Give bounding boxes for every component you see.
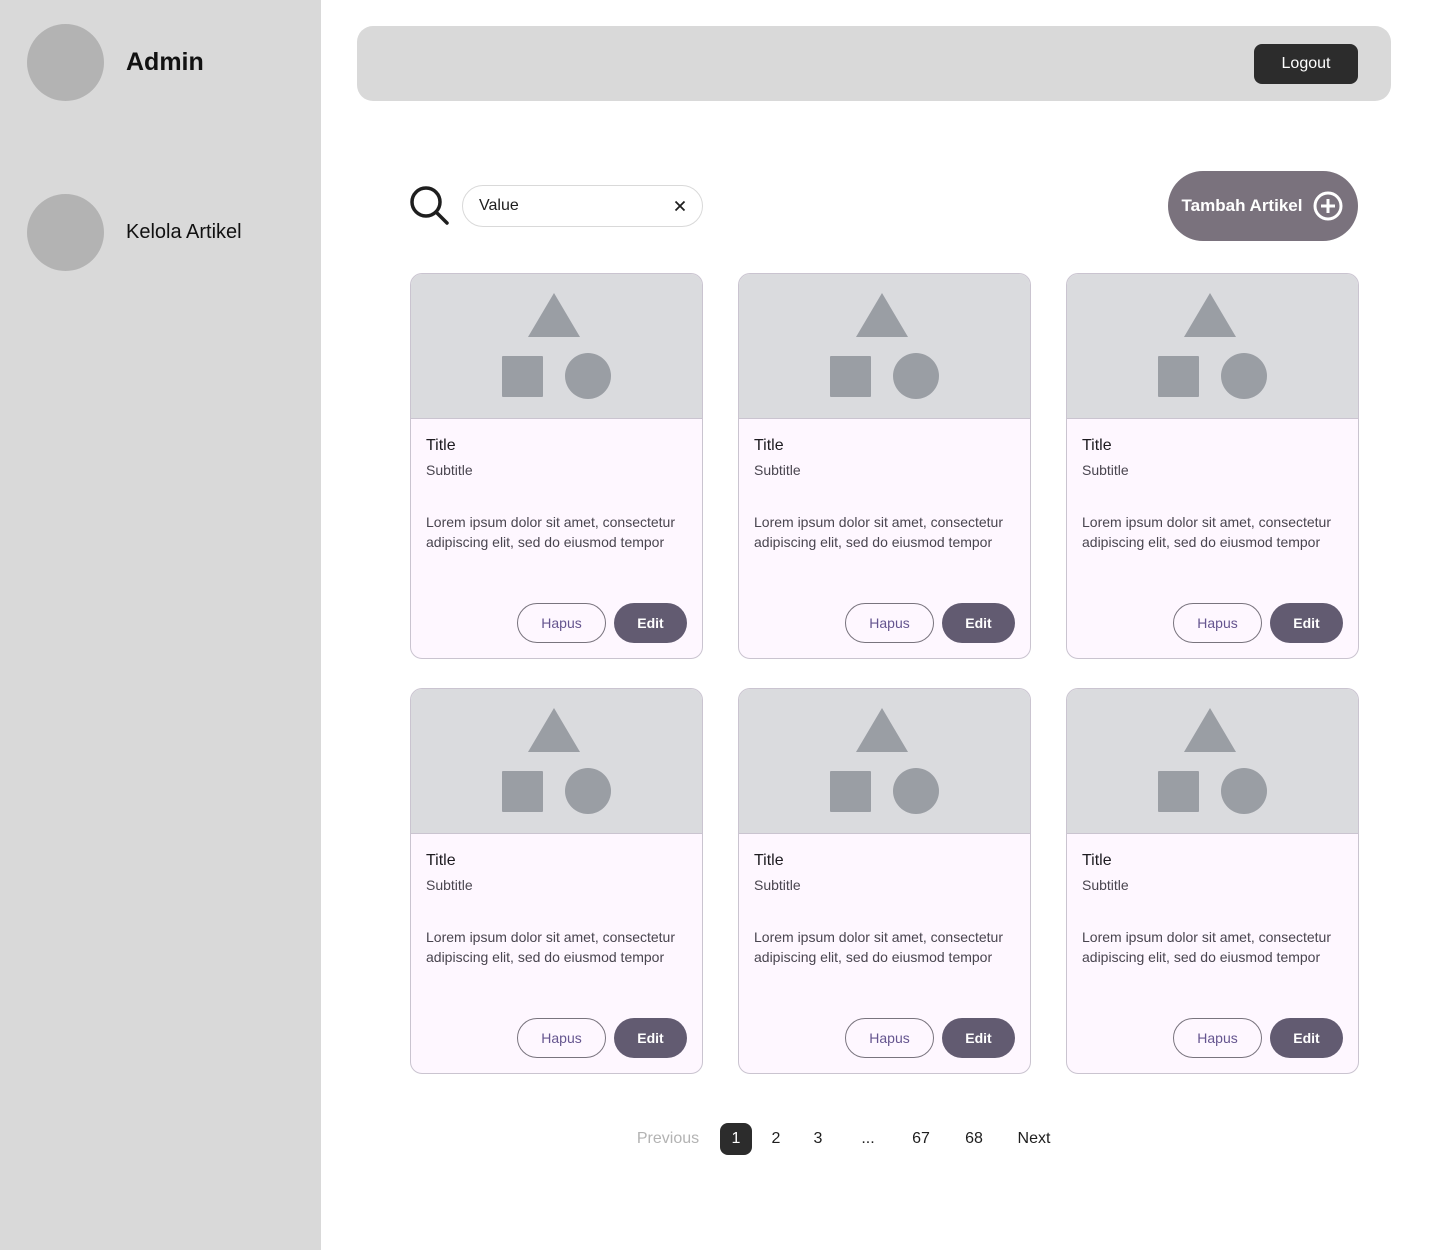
- sidebar-item-label: Kelola Artikel: [126, 221, 242, 243]
- pagination-previous[interactable]: Previous: [635, 1123, 701, 1155]
- pagination-page-2[interactable]: 2: [764, 1123, 788, 1155]
- add-article-label: Tambah Artikel: [1181, 196, 1303, 215]
- card-subtitle: Subtitle: [754, 877, 801, 893]
- delete-button[interactable]: Hapus: [517, 603, 606, 643]
- edit-button[interactable]: Edit: [942, 1018, 1015, 1058]
- pagination-page-3[interactable]: 3: [806, 1123, 830, 1155]
- edit-button[interactable]: Edit: [614, 603, 687, 643]
- article-card: Title Subtitle Lorem ipsum dolor sit ame…: [1066, 688, 1359, 1074]
- sidebar: Admin Kelola Artikel: [0, 0, 321, 1250]
- card-media: [1067, 274, 1358, 419]
- card-title: Title: [754, 437, 784, 454]
- admin-name: Admin: [126, 48, 204, 76]
- card-subtitle: Subtitle: [754, 462, 801, 478]
- card-media: [411, 689, 702, 834]
- card-media: [411, 274, 702, 419]
- pagination-page-1[interactable]: 1: [720, 1123, 752, 1155]
- delete-button[interactable]: Hapus: [1173, 1018, 1262, 1058]
- delete-button[interactable]: Hapus: [845, 603, 934, 643]
- edit-button[interactable]: Edit: [1270, 603, 1343, 643]
- nav-icon: [27, 194, 104, 271]
- card-subtitle: Subtitle: [1082, 877, 1129, 893]
- card-media: [739, 274, 1030, 419]
- image-placeholder-icon: [502, 293, 611, 399]
- card-body: Lorem ipsum dolor sit amet, consectetur …: [426, 929, 675, 965]
- article-card: Title Subtitle Lorem ipsum dolor sit ame…: [410, 688, 703, 1074]
- logout-button[interactable]: Logout: [1254, 44, 1358, 84]
- card-title: Title: [426, 852, 456, 869]
- card-body: Lorem ipsum dolor sit amet, consectetur …: [754, 929, 1003, 965]
- card-media: [1067, 689, 1358, 834]
- card-title: Title: [754, 852, 784, 869]
- article-card: Title Subtitle Lorem ipsum dolor sit ame…: [1066, 273, 1359, 659]
- delete-button[interactable]: Hapus: [1173, 603, 1262, 643]
- card-body: Lorem ipsum dolor sit amet, consectetur …: [1082, 929, 1331, 965]
- image-placeholder-icon: [1158, 293, 1267, 399]
- search-input[interactable]: [479, 197, 659, 215]
- add-article-button[interactable]: Tambah Artikel: [1168, 171, 1358, 241]
- card-body: Lorem ipsum dolor sit amet, consectetur …: [426, 514, 675, 550]
- pagination: Previous 1 2 3 ... 67 68 Next: [0, 1123, 1440, 1155]
- article-card: Title Subtitle Lorem ipsum dolor sit ame…: [738, 688, 1031, 1074]
- delete-button[interactable]: Hapus: [845, 1018, 934, 1058]
- pagination-ellipsis: ...: [861, 1130, 875, 1147]
- image-placeholder-icon: [830, 708, 939, 814]
- article-card: Title Subtitle Lorem ipsum dolor sit ame…: [738, 273, 1031, 659]
- image-placeholder-icon: [502, 708, 611, 814]
- edit-button[interactable]: Edit: [942, 603, 1015, 643]
- sidebar-profile: Admin: [27, 24, 204, 101]
- image-placeholder-icon: [1158, 708, 1267, 814]
- avatar: [27, 24, 104, 101]
- search-icon[interactable]: [408, 184, 450, 226]
- card-title: Title: [426, 437, 456, 454]
- pagination-next[interactable]: Next: [1013, 1123, 1055, 1155]
- card-media: [739, 689, 1030, 834]
- card-subtitle: Subtitle: [426, 877, 473, 893]
- card-body: Lorem ipsum dolor sit amet, consectetur …: [1082, 514, 1331, 550]
- sidebar-item-kelola-artikel[interactable]: Kelola Artikel: [27, 194, 242, 271]
- edit-button[interactable]: Edit: [614, 1018, 687, 1058]
- plus-circle-icon: [1313, 191, 1343, 221]
- edit-button[interactable]: Edit: [1270, 1018, 1343, 1058]
- card-subtitle: Subtitle: [1082, 462, 1129, 478]
- card-title: Title: [1082, 852, 1112, 869]
- card-body: Lorem ipsum dolor sit amet, consectetur …: [754, 514, 1003, 550]
- article-card: Title Subtitle Lorem ipsum dolor sit ame…: [410, 273, 703, 659]
- card-subtitle: Subtitle: [426, 462, 473, 478]
- pagination-page-68[interactable]: 68: [959, 1123, 989, 1155]
- delete-button[interactable]: Hapus: [517, 1018, 606, 1058]
- close-icon[interactable]: [672, 198, 688, 214]
- top-bar: Logout: [357, 26, 1391, 101]
- search-field[interactable]: [462, 185, 703, 227]
- card-title: Title: [1082, 437, 1112, 454]
- pagination-page-67[interactable]: 67: [906, 1123, 936, 1155]
- image-placeholder-icon: [830, 293, 939, 399]
